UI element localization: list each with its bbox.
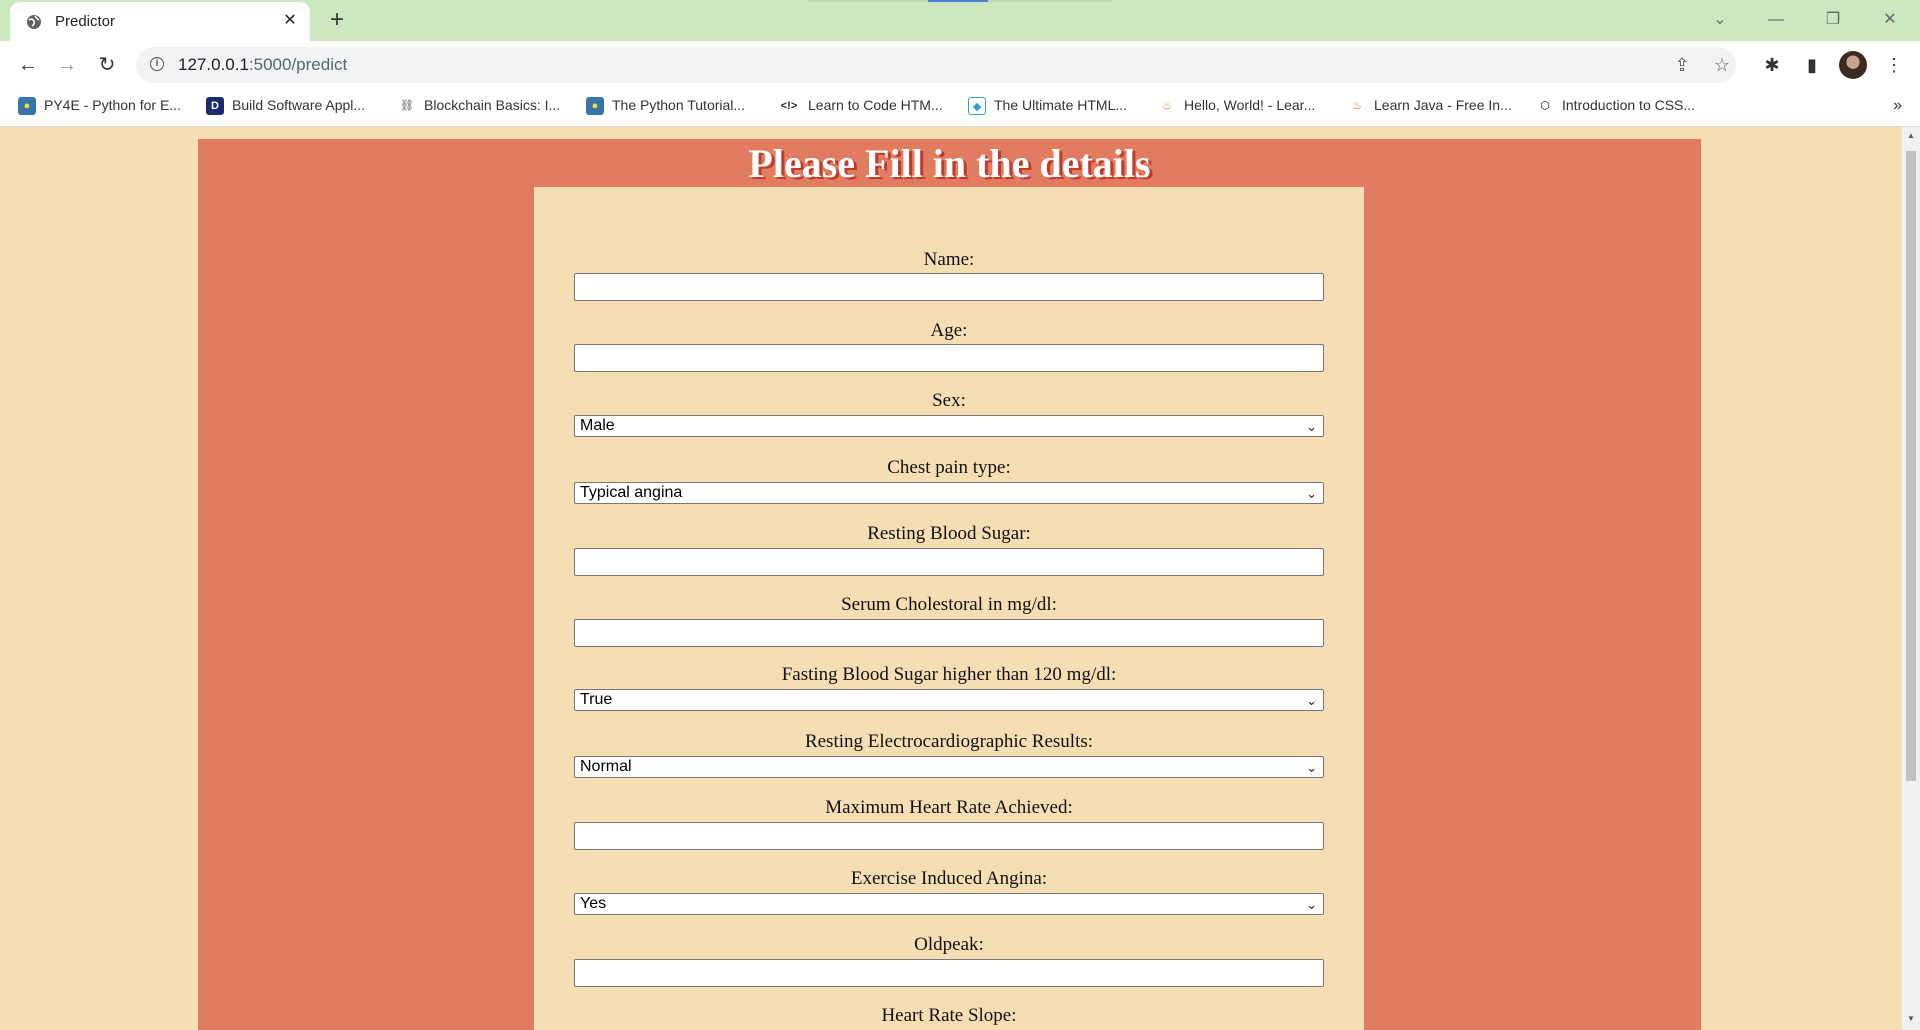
python-icon: ● xyxy=(586,97,604,116)
chevron-down-icon: ⌄ xyxy=(1306,760,1317,775)
cholesterol-input[interactable] xyxy=(574,619,1324,647)
resting-bs-label: Resting Blood Sugar: xyxy=(867,523,1031,544)
chevron-down-icon: ⌄ xyxy=(1306,486,1317,501)
slope-label: Heart Rate Slope: xyxy=(881,1005,1017,1026)
bookmark-item[interactable]: ⛓ Blockchain Basics: I... xyxy=(398,97,560,119)
resting-bs-input[interactable] xyxy=(574,548,1324,576)
name-label: Name: xyxy=(923,249,975,270)
age-label: Age: xyxy=(930,320,968,341)
chest-pain-selected-value: Typical angina xyxy=(580,484,683,501)
extensions-icon[interactable]: ✱ xyxy=(1758,51,1786,79)
page-viewport: Please Fill in the details Name: Age: Se… xyxy=(0,127,1902,1030)
scroll-up-icon[interactable]: ▲ xyxy=(1902,131,1920,145)
tab-predictor[interactable]: Predictor ✕ xyxy=(10,2,310,41)
bookmark-item[interactable]: <!> Learn to Code HTM... xyxy=(778,97,943,119)
oldpeak-label: Oldpeak: xyxy=(914,934,984,955)
tab-strip-active-indicator xyxy=(928,0,988,2)
chest-pain-select[interactable]: Typical angina ⌄ xyxy=(574,482,1324,504)
sex-label: Sex: xyxy=(932,390,966,411)
back-button[interactable]: ← xyxy=(12,49,44,81)
fasting-bs-label: Fasting Blood Sugar higher than 120 mg/d… xyxy=(781,664,1117,685)
info-icon[interactable]: i xyxy=(150,57,164,71)
sex-select[interactable]: Male ⌄ xyxy=(574,415,1324,437)
form-card: Name: Age: Sex: Male ⌄ Chest pain type: … xyxy=(534,187,1364,1030)
side-panel-icon[interactable]: ▮ xyxy=(1798,51,1826,79)
python-icon: ● xyxy=(18,97,36,116)
avatar[interactable] xyxy=(1839,51,1867,79)
chest-pain-label: Chest pain type: xyxy=(887,457,1011,478)
sex-selected-value: Male xyxy=(580,417,615,434)
bookmark-item[interactable]: ● PY4E - Python for E... xyxy=(18,97,181,119)
codepen-icon: ⬡ xyxy=(1540,100,1550,113)
scroll-down-icon[interactable]: ▼ xyxy=(1902,1014,1920,1028)
rest-ecg-selected-value: Normal xyxy=(580,758,632,775)
cholesterol-label: Serum Cholestoral in mg/dl: xyxy=(841,594,1057,615)
chevron-down-icon: ⌄ xyxy=(1306,693,1317,708)
globe-icon xyxy=(27,15,41,29)
form-panel: Please Fill in the details Name: Age: Se… xyxy=(198,139,1701,1030)
fasting-bs-selected-value: True xyxy=(580,691,613,708)
max-hr-label: Maximum Heart Rate Achieved: xyxy=(825,797,1073,818)
bookmark-item[interactable]: ♨ Learn Java - Free In... xyxy=(1348,97,1512,119)
name-input[interactable] xyxy=(574,273,1324,301)
new-tab-button[interactable]: + xyxy=(325,8,349,33)
minimize-button[interactable]: — xyxy=(1756,6,1796,34)
chevron-down-icon[interactable]: ⌄ xyxy=(1700,6,1740,34)
bookmark-item[interactable]: D Build Software Appl... xyxy=(206,97,365,119)
restore-button[interactable]: ❐ xyxy=(1813,6,1853,34)
kebab-menu-icon[interactable]: ⋮ xyxy=(1880,51,1908,79)
bookmarks-bar: ● PY4E - Python for E... D Build Software … xyxy=(0,89,1920,127)
address-bar[interactable]: i 127.0.0.1:5000/predict ⇪ ☆ xyxy=(136,47,1736,83)
code-icon: <!> xyxy=(780,100,798,113)
oldpeak-input[interactable] xyxy=(574,959,1324,987)
duke-icon: D xyxy=(206,97,224,116)
rest-ecg-select[interactable]: Normal ⌄ xyxy=(574,756,1324,778)
share-icon[interactable]: ⇪ xyxy=(1671,54,1693,76)
exercise-angina-select[interactable]: Yes ⌄ xyxy=(574,893,1324,915)
max-hr-input[interactable] xyxy=(574,822,1324,850)
bookmark-item[interactable]: ◆ The Ultimate HTML... xyxy=(968,97,1127,119)
fasting-bs-select[interactable]: True ⌄ xyxy=(574,689,1324,711)
exercise-angina-selected-value: Yes xyxy=(580,895,607,912)
bookmark-item[interactable]: ● The Python Tutorial... xyxy=(586,97,745,119)
rest-ecg-label: Resting Electrocardiographic Results: xyxy=(804,731,1094,752)
reload-button[interactable]: ↻ xyxy=(91,49,123,81)
chevron-down-icon: ⌄ xyxy=(1306,419,1317,434)
vertical-scrollbar[interactable]: ▲ ▼ xyxy=(1902,127,1920,1030)
bookmark-item[interactable]: ⬡ Introduction to CSS... xyxy=(1536,97,1695,119)
close-icon[interactable]: ✕ xyxy=(280,11,300,31)
age-input[interactable] xyxy=(574,344,1324,372)
java-icon: ♨ xyxy=(1352,100,1362,113)
forward-button[interactable]: → xyxy=(51,49,83,81)
close-window-button[interactable]: ✕ xyxy=(1870,6,1910,34)
scrollbar-thumb[interactable] xyxy=(1906,151,1916,781)
bookmark-item[interactable]: ♨ Hello, World! - Lear... xyxy=(1158,97,1315,119)
page-title: Please Fill in the details xyxy=(748,141,1151,186)
chevron-right-icon[interactable]: » xyxy=(1893,97,1902,115)
tab-strip: Predictor ✕ + ⌄ — ❐ ✕ xyxy=(0,0,1920,41)
tab-title: Predictor xyxy=(55,13,116,30)
shield-icon: ◆ xyxy=(968,97,986,116)
browser-toolbar: ← → ↻ i 127.0.0.1:5000/predict ⇪ ☆ ✱ ▮ ⋮ xyxy=(0,41,1920,89)
url-text: 127.0.0.1:5000/predict xyxy=(178,55,348,74)
blockchain-icon: ⛓ xyxy=(400,100,414,113)
java-icon: ♨ xyxy=(1162,100,1172,113)
chevron-down-icon: ⌄ xyxy=(1306,897,1317,912)
star-icon[interactable]: ☆ xyxy=(1711,54,1733,76)
exercise-angina-label: Exercise Induced Angina: xyxy=(850,868,1048,889)
